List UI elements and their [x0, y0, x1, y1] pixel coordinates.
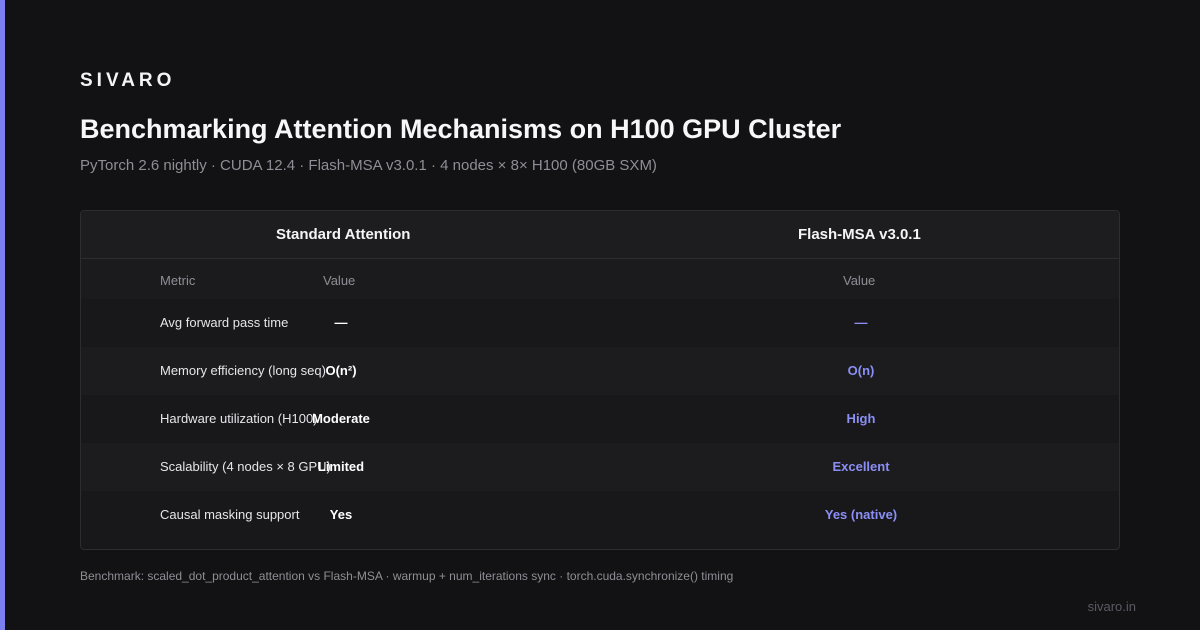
- column-header-metric: Metric: [160, 273, 196, 288]
- site-url: sivaro.in: [1087, 599, 1136, 614]
- benchmark-footnote: Benchmark: scaled_dot_product_attention …: [80, 569, 734, 583]
- metric-cell: Memory efficiency (long seq): [160, 363, 326, 378]
- page-subtitle: PyTorch 2.6 nightly · CUDA 12.4 · Flash-…: [80, 157, 657, 174]
- metric-cell: Scalability (4 nodes × 8 GPU): [160, 459, 331, 474]
- group-flash-msa: Flash-MSA v3.0.1: [798, 226, 921, 243]
- brand-logo: SIVARO: [80, 70, 176, 91]
- standard-value-text: Moderate: [312, 411, 370, 426]
- column-header-flash-value: Value: [843, 273, 876, 288]
- standard-value-text: —: [334, 315, 348, 330]
- column-header-row: Metric Value Value: [81, 259, 1119, 299]
- metric-cell: Causal masking support: [160, 507, 300, 522]
- page-title: Benchmarking Attention Mechanisms on H10…: [80, 114, 842, 144]
- column-header-standard-value: Value: [323, 273, 356, 288]
- flash-value-text: —: [854, 315, 868, 330]
- table-row: Memory efficiency (long seq) O(n²) O(n): [81, 347, 1119, 395]
- table-row: Avg forward pass time — —: [81, 299, 1119, 347]
- flash-value-text: Excellent: [832, 459, 890, 474]
- standard-value-text: O(n²): [325, 363, 357, 378]
- standard-value-text: Yes: [329, 507, 353, 522]
- table-row: Scalability (4 nodes × 8 GPU) Limited Ex…: [81, 443, 1119, 491]
- metric-cell: Hardware utilization (H100): [160, 411, 318, 426]
- accent-bar: [0, 0, 5, 630]
- flash-value-text: High: [846, 411, 876, 426]
- group-header-row: Standard Attention Flash-MSA v3.0.1: [81, 211, 1119, 259]
- comparison-table: Standard Attention Flash-MSA v3.0.1 Metr…: [80, 210, 1120, 550]
- table-row: Hardware utilization (H100) Moderate Hig…: [81, 395, 1119, 443]
- flash-value-text: Yes (native): [824, 507, 898, 522]
- standard-value-text: Limited: [317, 459, 365, 474]
- flash-value-text: O(n): [847, 363, 875, 378]
- group-standard-attention: Standard Attention: [276, 226, 411, 243]
- metric-cell: Avg forward pass time: [160, 315, 289, 330]
- table-row: Causal masking support Yes Yes (native): [81, 491, 1119, 539]
